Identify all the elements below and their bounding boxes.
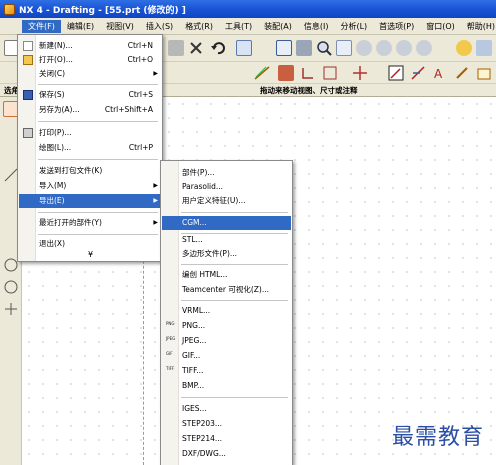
menu-item-save-as[interactable]: 另存为(A)... Ctrl+Shift+A (19, 103, 161, 117)
menu-format[interactable]: 格式(R) (179, 20, 219, 33)
cue-line-message: 拖动来移动视图、尺寸或注释 (260, 86, 358, 95)
submenu-arrow-icon: ▶ (153, 197, 158, 204)
layer-icon[interactable] (416, 40, 432, 56)
export-author-html[interactable]: 编创 HTML... (162, 268, 291, 282)
feature-control-icon[interactable] (278, 65, 294, 81)
export-submenu: 部件(P)... Parasolid... 用户定义特征(U)... CGM..… (160, 160, 293, 465)
undo-icon[interactable] (210, 40, 226, 56)
menu-expand-icon[interactable]: ¥ (88, 250, 93, 259)
menu-help[interactable]: 帮助(H) (461, 20, 496, 33)
menu-preferences[interactable]: 首选项(P) (373, 20, 420, 33)
zoom-icon[interactable] (316, 40, 332, 56)
menu-separator (38, 121, 158, 122)
menu-separator (38, 84, 158, 85)
menu-item-exit[interactable]: 退出(X) (19, 237, 161, 251)
select-filter-icon[interactable] (236, 40, 252, 56)
menu-info[interactable]: 信息(I) (298, 20, 335, 33)
export-step203[interactable]: STEP203... (162, 417, 291, 431)
menu-view[interactable]: 视图(V) (100, 20, 140, 33)
annotation-icon[interactable] (410, 65, 426, 81)
png-icon: PNG (166, 321, 175, 326)
menu-insert[interactable]: 插入(S) (140, 20, 179, 33)
menu-separator (181, 300, 288, 301)
export-jpeg[interactable]: JPEG JPEG... (162, 334, 291, 348)
menu-item-print[interactable]: 打印(P)... (19, 126, 161, 140)
tiff-icon: TIFF (166, 366, 175, 371)
menu-item-export[interactable]: 导出(E) ▶ (19, 194, 161, 208)
menu-separator (38, 234, 158, 235)
menu-edit[interactable]: 编辑(E) (61, 20, 100, 33)
menu-item-open[interactable]: 打开(O)... Ctrl+O (19, 53, 161, 67)
analysis-icon[interactable] (456, 40, 472, 56)
menu-tools[interactable]: 工具(T) (219, 20, 258, 33)
fit-view-icon[interactable] (276, 40, 292, 56)
wireframe-view-icon[interactable] (396, 40, 412, 56)
menu-separator (181, 264, 288, 265)
menu-file[interactable]: 文件(F) (22, 19, 61, 33)
copy-icon[interactable] (168, 40, 184, 56)
new-file-icon (23, 41, 33, 51)
menu-separator (38, 159, 158, 160)
arc-icon[interactable] (300, 65, 316, 81)
export-user-defined-feature[interactable]: 用户定义特征(U)... (162, 194, 291, 208)
title-bar: NX 4 - Drafting - [55.prt (修改的) ] (0, 0, 496, 18)
export-teamcenter-visualization[interactable]: Teamcenter 可视化(Z)... (162, 283, 291, 297)
rotate-icon[interactable] (356, 40, 372, 56)
export-vrml[interactable]: VRML... (162, 304, 291, 318)
export-iges[interactable]: IGES... (162, 402, 291, 416)
cube-view-icon[interactable] (376, 40, 392, 56)
export-dxf-dwg[interactable]: DXF/DWG... (162, 447, 291, 461)
watermark-text: 最需教育 (391, 425, 484, 450)
menu-item-new[interactable]: 新建(N)... Ctrl+N (19, 39, 161, 53)
point-tool-icon[interactable] (3, 301, 19, 317)
export-png[interactable]: PNG PNG... (162, 319, 291, 333)
export-polygon-file[interactable]: 多边形文件(P)... (162, 247, 291, 261)
menu-separator (181, 397, 288, 398)
crosshair-icon[interactable] (352, 65, 368, 81)
menu-bar: 文件(F) 编辑(E) 视图(V) 插入(S) 格式(R) 工具(T) 装配(A… (0, 18, 496, 35)
jpeg-icon: JPEG (166, 336, 176, 341)
export-tiff[interactable]: TIFF TIFF... (162, 364, 291, 378)
tools-icon[interactable] (476, 40, 492, 56)
menu-assembly[interactable]: 装配(A) (258, 20, 298, 33)
menu-item-save[interactable]: 保存(S) Ctrl+S (19, 88, 161, 102)
submenu-arrow-icon: ▶ (153, 182, 158, 189)
frame-icon[interactable] (322, 65, 338, 81)
file-menu: 新建(N)... Ctrl+N 打开(O)... Ctrl+O 关闭(C) ▶ … (17, 34, 163, 262)
pan-icon[interactable] (336, 40, 352, 56)
menu-analysis[interactable]: 分析(L) (334, 20, 373, 33)
pen-icon[interactable] (454, 65, 470, 81)
delete-icon[interactable] (188, 40, 204, 56)
menu-item-close[interactable]: 关闭(C) ▶ (19, 67, 161, 81)
export-part[interactable]: 部件(P)... (162, 166, 291, 180)
export-cgm[interactable]: CGM... (162, 216, 291, 230)
export-parasolid[interactable]: Parasolid... (162, 180, 291, 194)
menu-window[interactable]: 窗口(O) (420, 20, 461, 33)
menu-item-plot[interactable]: 绘图(L)... Ctrl+P (19, 141, 161, 155)
menu-separator (38, 212, 158, 213)
export-gif[interactable]: GIF GIF... (162, 349, 291, 363)
submenu-arrow-icon: ▶ (153, 219, 158, 226)
export-bmp[interactable]: BMP... (162, 379, 291, 393)
label-icon[interactable]: A (432, 65, 448, 81)
menu-separator (181, 212, 288, 213)
dimension-icon[interactable] (388, 65, 404, 81)
shaded-view-icon[interactable] (296, 40, 312, 56)
menu-item-import[interactable]: 导入(M) ▶ (19, 179, 161, 193)
gif-icon: GIF (166, 351, 173, 356)
open-folder-icon (23, 55, 33, 65)
line-style-icon[interactable] (254, 65, 270, 81)
export-stl[interactable]: STL... (162, 233, 291, 247)
box-icon[interactable] (476, 65, 492, 81)
menu-item-send-to-package[interactable]: 发送到打包文件(K) (19, 164, 161, 178)
nx-app-icon (4, 3, 15, 15)
menu-item-recent-parts[interactable]: 最近打开的部件(Y) ▶ (19, 216, 161, 230)
svg-text:A: A (434, 67, 443, 81)
submenu-arrow-icon: ▶ (153, 70, 158, 77)
save-icon (23, 90, 33, 100)
window-title: NX 4 - Drafting - [55.prt (修改的) ] (19, 5, 186, 16)
arc-tool-icon[interactable] (3, 279, 19, 295)
print-icon (23, 128, 33, 138)
export-step214[interactable]: STEP214... (162, 432, 291, 446)
